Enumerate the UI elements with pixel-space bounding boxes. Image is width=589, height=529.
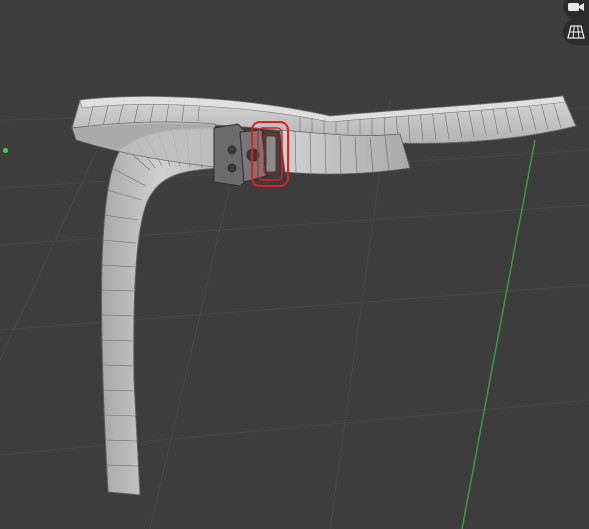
- grid-icon: [567, 24, 585, 40]
- origin-marker: [3, 148, 8, 153]
- y-axis-line: [461, 139, 536, 529]
- 3d-viewport[interactable]: [0, 0, 589, 529]
- viewport-scene: [0, 95, 589, 529]
- buckle-frame-inner: [265, 135, 277, 173]
- camera-icon: [567, 0, 585, 14]
- belt-right-band: [279, 129, 411, 175]
- camera-toggle-button[interactable]: [563, 0, 589, 20]
- grid-toggle-button[interactable]: [563, 19, 589, 45]
